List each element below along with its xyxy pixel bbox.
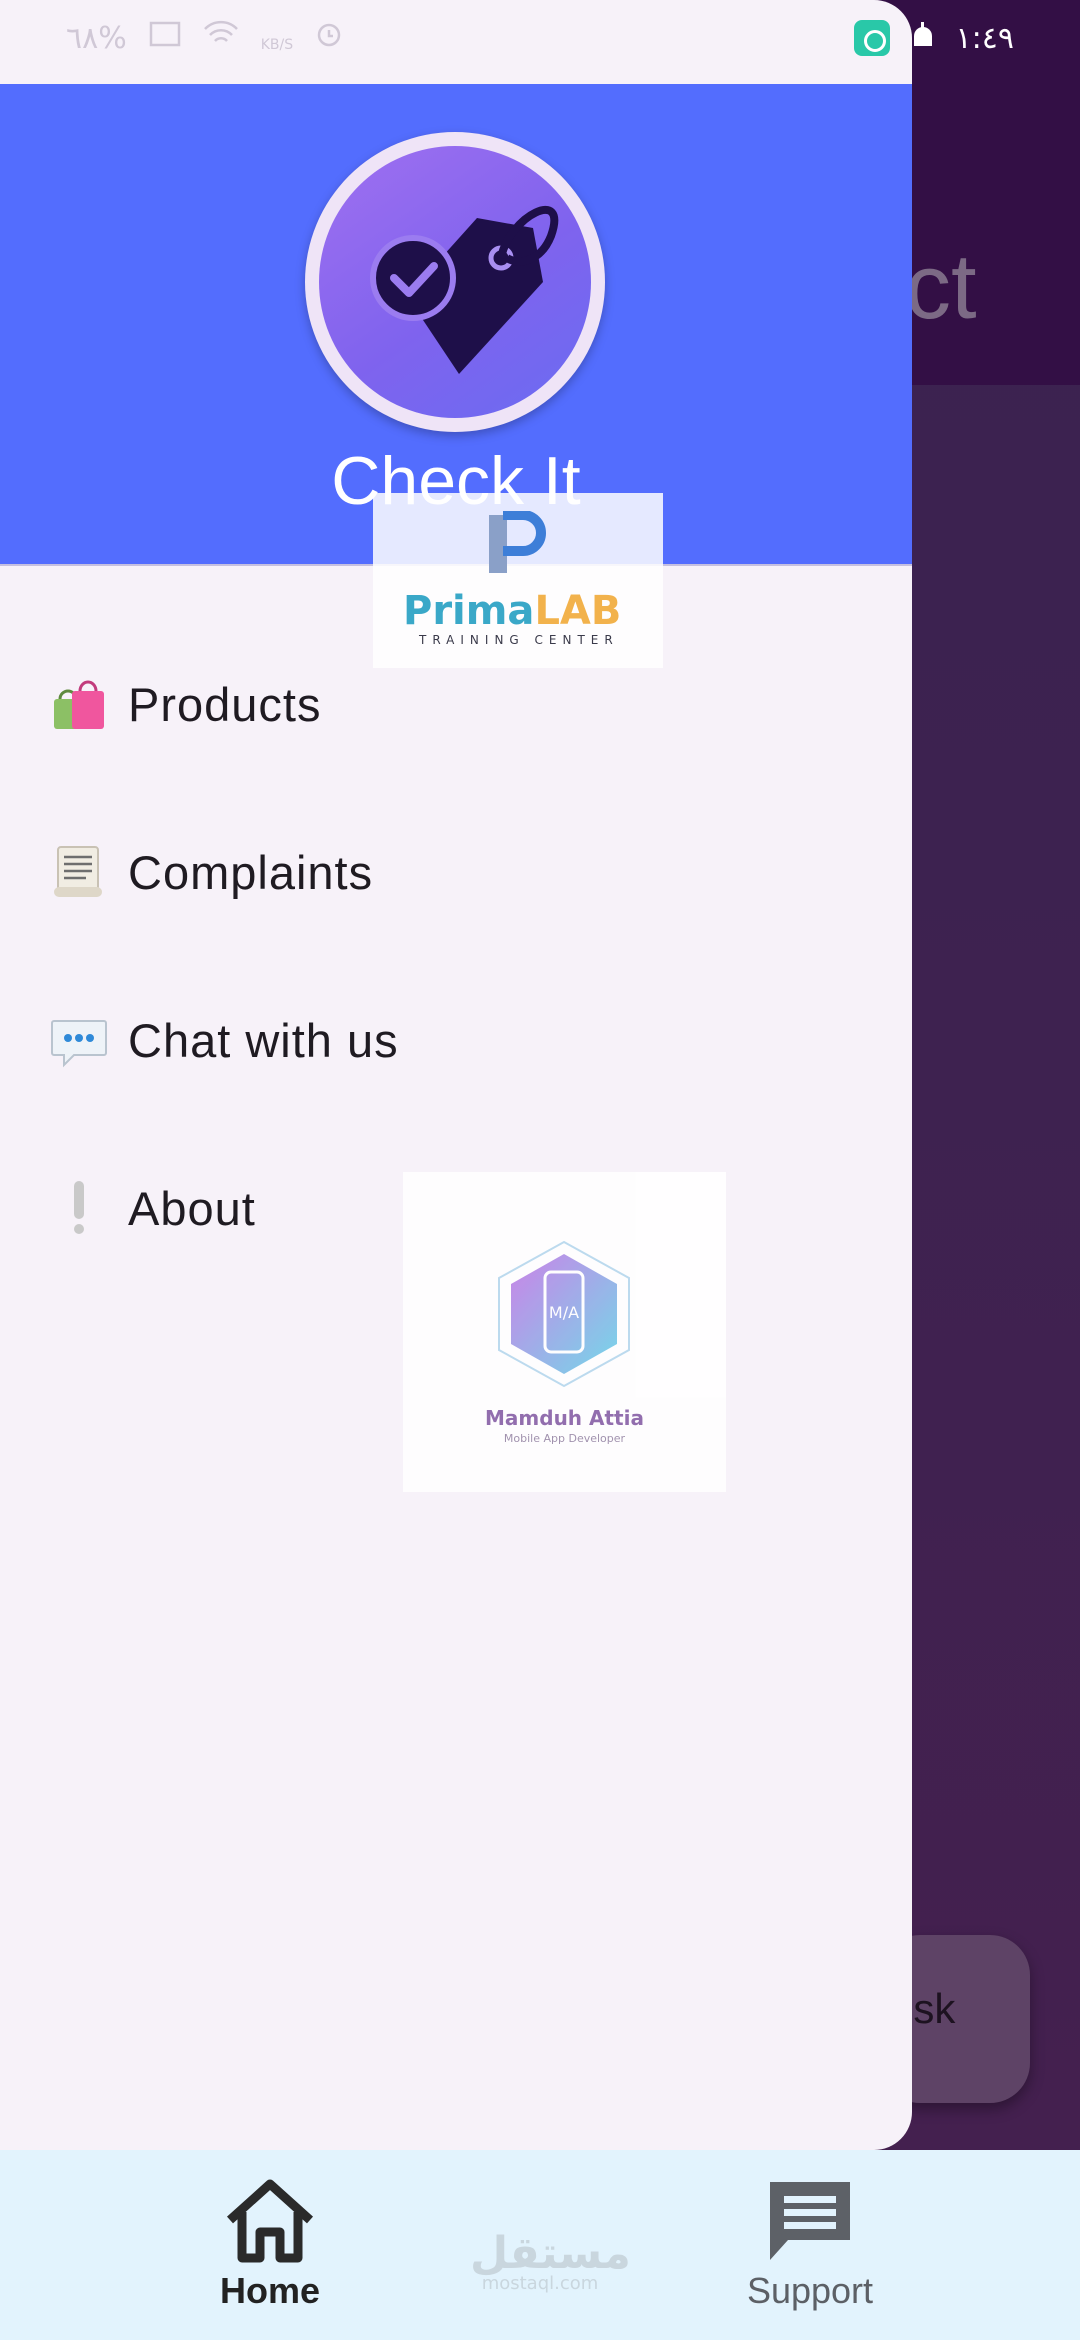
status-indicators-left: ٦٨% KB/S	[66, 20, 343, 56]
background-title: ct	[905, 236, 977, 338]
battery-percent: ٦٨%	[66, 20, 127, 56]
nav-label-support: Support	[746, 2270, 874, 2311]
clock-time: ١:٤٩	[955, 20, 1014, 56]
status-indicators-right: ١:٤٩	[853, 20, 1014, 56]
primalab-logo-icon	[489, 511, 546, 573]
status-bar: ٦٨% KB/S ١:٤٩	[0, 0, 1080, 84]
nav-label-home: Home	[219, 2270, 321, 2311]
menu-label-about: About	[128, 1181, 256, 1235]
nav-item-home[interactable]: Home	[120, 2150, 420, 2340]
network-speed: KB/S	[260, 37, 294, 53]
menu-label-complaints: Complaints	[128, 845, 374, 899]
home-icon	[226, 2179, 314, 2263]
screen-icon	[149, 20, 181, 56]
scroll-icon	[50, 843, 108, 901]
nav-item-support[interactable]: Support	[660, 2150, 960, 2340]
mostaql-latin: mostaql.com	[481, 2273, 599, 2294]
menu-item-chat[interactable]: Chat with us	[50, 956, 870, 1124]
shopping-bags-icon	[50, 675, 108, 733]
alarm-icon	[315, 20, 343, 56]
notification-app-icon	[853, 20, 890, 56]
exclamation-icon	[50, 1179, 108, 1237]
speech-bubble-icon	[50, 1011, 108, 1069]
developer-name: Mamduh Attia	[485, 1406, 644, 1430]
developer-role: Mobile App Developer	[503, 1432, 626, 1445]
wifi-icon	[203, 20, 239, 56]
primalab-name: PrimaLAB	[403, 588, 622, 634]
mosque-icon	[910, 20, 936, 56]
primalab-subtitle: TRAINING CENTER	[419, 633, 619, 647]
primalab-watermark: PrimaLAB TRAINING CENTER	[373, 493, 663, 668]
navigation-drawer: Check It Products Complaints Chat with u…	[0, 0, 912, 2150]
developer-watermark: M/A Mamduh Attia Mobile App Developer	[403, 1172, 726, 1492]
chat-icon	[770, 2182, 850, 2260]
price-tag-icon	[319, 146, 591, 418]
menu-item-complaints[interactable]: Complaints	[50, 788, 870, 956]
app-logo	[305, 132, 605, 432]
mostaql-arabic: مستقل	[470, 2228, 631, 2279]
drawer-header: Check It	[0, 84, 912, 564]
svg-text:M/A: M/A	[549, 1303, 579, 1322]
phone-hexagon-icon: M/A	[498, 1240, 630, 1388]
mostaql-watermark: مستقل mostaql.com	[470, 2228, 631, 2294]
menu-label-chat: Chat with us	[128, 1013, 399, 1067]
menu-label-products: Products	[128, 677, 322, 731]
